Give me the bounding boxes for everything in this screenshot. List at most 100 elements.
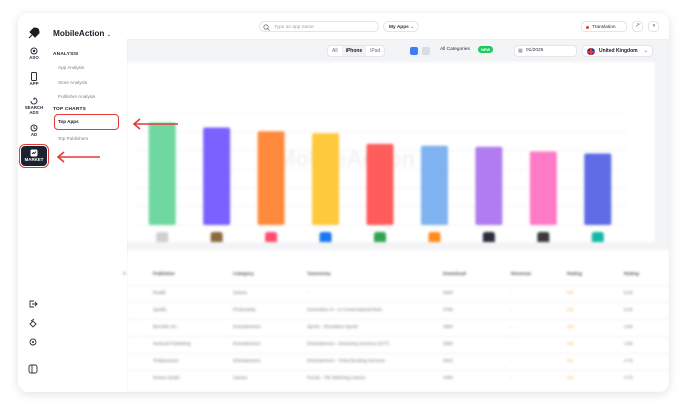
- country-value: United Kingdom: [599, 48, 638, 54]
- collapse-sidebar-icon[interactable]: [28, 364, 38, 374]
- table-cell: -: [511, 324, 513, 329]
- annotation-arrow-market: [56, 151, 100, 163]
- translation-toggle[interactable]: Translation: [581, 21, 627, 32]
- table-cell: Productivity: [233, 307, 256, 312]
- category-dropdown[interactable]: All Categories: [440, 47, 470, 52]
- country-dropdown[interactable]: United Kingdom ⌄: [582, 45, 653, 57]
- app-search-input[interactable]: Type an app name: [259, 21, 379, 32]
- table-cell: 4.70: [624, 375, 633, 380]
- chevron-down-icon: ⌄: [643, 48, 648, 54]
- market-icon: [30, 149, 38, 157]
- table-cell: 4.6: [567, 375, 574, 380]
- table-cell: 5.00: [624, 307, 633, 312]
- chevron-down-icon: ⌄: [410, 25, 415, 30]
- device-option-ipad[interactable]: iPad: [366, 46, 384, 56]
- brand-switcher[interactable]: MobileAction ⌄: [53, 29, 111, 38]
- table-cell: Entertainment - Streaming Services (OTT): [307, 341, 390, 346]
- submenu-item-store-analysis[interactable]: Store Analysis: [58, 80, 87, 85]
- chart-bar: [148, 122, 176, 225]
- rail-item-app[interactable]: APP: [21, 72, 47, 87]
- table-cell: 4.75: [624, 358, 633, 363]
- logout-icon[interactable]: [28, 299, 38, 309]
- table-cell: Entertainment: [233, 358, 261, 363]
- table-cell: -: [511, 375, 513, 380]
- table-header-rating-2[interactable]: Rating: [624, 272, 639, 277]
- section-heading-top-charts: TOP CHARTS: [53, 107, 87, 112]
- chevron-down-icon: ⌄: [106, 32, 111, 38]
- device-segmented-control: All iPhone iPad: [327, 45, 386, 57]
- app-window: ASO APP SEARCH ADS AD MARKET MobileActio…: [18, 13, 669, 392]
- table-header-download[interactable]: Download: [443, 272, 466, 277]
- uk-flag-icon: [587, 48, 595, 55]
- submenu-item-top-apps[interactable]: Top Apps: [54, 114, 119, 130]
- table-cell: -: [511, 358, 513, 363]
- table-cell: Games: [233, 290, 248, 295]
- table-cell: 5.00: [624, 290, 633, 295]
- table-cell: 4.90: [624, 324, 633, 329]
- new-badge: NEW: [478, 46, 494, 53]
- settings-gear-icon[interactable]: [28, 337, 38, 347]
- table-cell: 3590: [443, 341, 453, 346]
- date-value: 01/2025: [526, 48, 544, 53]
- top-apps-bar-chart: MobileAction: [137, 112, 627, 244]
- device-option-all[interactable]: All: [328, 46, 342, 56]
- submenu-item-top-publishers[interactable]: Top Publishers: [58, 136, 88, 141]
- table-header-taxonomy[interactable]: Taxonomy: [307, 272, 331, 277]
- rail-item-label: SEARCH ADS: [24, 105, 44, 115]
- watermark-text: MobileAction: [277, 146, 415, 171]
- chart-bar: [257, 131, 285, 225]
- store-toggle[interactable]: [407, 45, 433, 57]
- category-label: All Categories: [440, 47, 470, 52]
- app-store-icon: [410, 47, 418, 55]
- table-cell: Reddit: [153, 290, 166, 295]
- table-cell: 4.1: [567, 358, 574, 363]
- phone-icon: [31, 72, 37, 81]
- table-header-category[interactable]: Category: [233, 272, 254, 277]
- app-icon: [210, 232, 223, 244]
- rail-item-search-ads[interactable]: SEARCH ADS: [21, 97, 47, 116]
- table-cell: Generative AI - AI Conversational Bots: [307, 307, 382, 312]
- rail-item-ad[interactable]: AD: [21, 124, 47, 138]
- date-picker[interactable]: ▦ 01/2025: [514, 45, 577, 57]
- status-dot-icon: [586, 26, 589, 29]
- rocket-logo-icon[interactable]: [27, 26, 41, 40]
- table-cell: -: [511, 341, 513, 346]
- rail-item-market[interactable]: MARKET: [19, 144, 49, 168]
- table-cell: 4.3: [567, 307, 574, 312]
- app-icon: [428, 232, 441, 244]
- app-icon: [265, 232, 278, 244]
- table-header-publisher[interactable]: Publisher: [153, 272, 175, 277]
- table-row-divider: [127, 302, 669, 303]
- annotation-arrow-top-apps: [132, 118, 178, 130]
- integration-icon[interactable]: [28, 318, 38, 328]
- chart-bar: [366, 143, 394, 225]
- chart-bar: [420, 145, 448, 225]
- app-icon: [591, 232, 604, 244]
- table-cell: 3400: [443, 375, 453, 380]
- top-bar: Type an app name My Apps ⌄ Translation ↗…: [127, 13, 669, 40]
- table-cell: 4000: [443, 290, 453, 295]
- app-icon: [482, 232, 495, 244]
- table-cell: Puzzle - Tile Matching Games: [307, 375, 366, 380]
- top-apps-chart-card: MobileAction: [127, 62, 655, 244]
- table-cell: 4.5: [567, 290, 574, 295]
- external-link-icon[interactable]: ↗: [632, 21, 643, 32]
- bell-icon[interactable]: ◑: [648, 21, 659, 32]
- section-heading-analysis: ANALYSIS: [53, 52, 79, 57]
- aso-icon: [30, 47, 38, 55]
- table-cell: Drama Studio: [153, 375, 180, 380]
- rail-item-label: MARKET: [24, 157, 44, 162]
- table-row-divider: [127, 319, 669, 320]
- device-option-iphone[interactable]: iPhone: [341, 46, 367, 56]
- table-header-rating[interactable]: Rating: [567, 272, 582, 277]
- submenu-item-publisher-analysis[interactable]: Publisher Analysis: [58, 94, 95, 99]
- table-row-divider: [127, 370, 669, 371]
- chart-bar: [529, 151, 557, 225]
- calendar-icon: ▦: [518, 48, 523, 54]
- my-apps-dropdown[interactable]: My Apps ⌄: [383, 21, 419, 32]
- submenu-item-app-analysis[interactable]: App Analysis: [58, 65, 84, 70]
- table-header-revenue[interactable]: Revenue: [511, 272, 531, 277]
- my-apps-label: My Apps: [389, 25, 409, 30]
- rail-item-aso[interactable]: ASO: [21, 47, 47, 61]
- table-row-divider: [127, 353, 669, 354]
